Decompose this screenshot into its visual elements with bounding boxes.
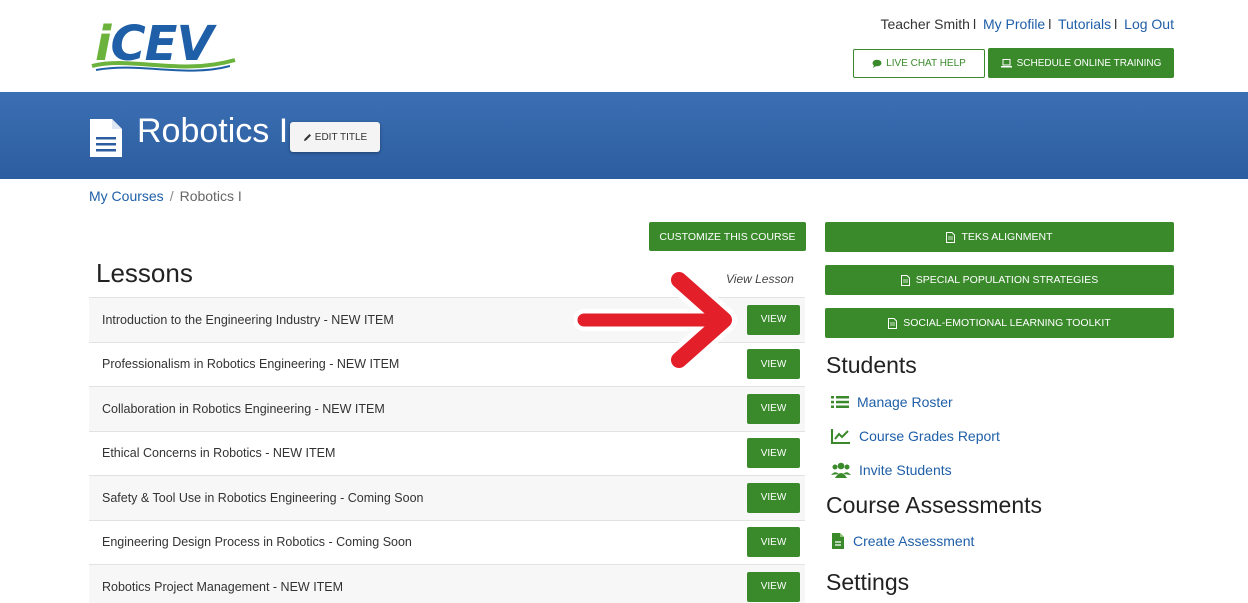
file-plus-icon [832, 533, 844, 549]
teks-alignment-button[interactable]: TEKS ALIGNMENT [825, 222, 1174, 252]
sel-toolkit-button[interactable]: SOCIAL-EMOTIONAL LEARNING TOOLKIT [825, 308, 1174, 338]
lesson-row: Ethical Concerns in Robotics - NEW ITEM … [89, 430, 805, 475]
lesson-name[interactable]: Engineering Design Process in Robotics -… [102, 535, 412, 549]
logo-swoosh-icon [91, 58, 236, 72]
icev-logo[interactable]: iCEV [90, 14, 250, 76]
laptop-icon [1000, 58, 1012, 67]
sel-toolkit-label: SOCIAL-EMOTIONAL LEARNING TOOLKIT [903, 317, 1111, 329]
file-icon [888, 317, 898, 329]
create-assessment-label: Create Assessment [853, 533, 975, 549]
lesson-row: Safety & Tool Use in Robotics Engineerin… [89, 475, 805, 520]
view-lesson-button[interactable]: VIEW [747, 438, 800, 469]
view-lesson-button[interactable]: VIEW [747, 482, 800, 513]
lesson-row: Robotics Project Management - NEW ITEM V… [89, 564, 805, 603]
invite-students-link[interactable]: Invite Students [831, 462, 952, 478]
schedule-training-label: SCHEDULE ONLINE TRAINING [1016, 57, 1162, 69]
schedule-online-training-button[interactable]: SCHEDULE ONLINE TRAINING [988, 48, 1174, 78]
line-chart-icon [831, 429, 850, 444]
lesson-row: Collaboration in Robotics Engineering - … [89, 386, 805, 431]
invite-students-label: Invite Students [859, 462, 952, 478]
teks-alignment-label: TEKS ALIGNMENT [961, 231, 1053, 243]
lesson-name[interactable]: Safety & Tool Use in Robotics Engineerin… [102, 491, 423, 505]
live-chat-label: LIVE CHAT HELP [886, 58, 966, 69]
view-lesson-button[interactable]: VIEW [747, 527, 800, 558]
course-title: Robotics I [137, 112, 289, 150]
tutorials-link[interactable]: Tutorials [1058, 16, 1111, 32]
lesson-name[interactable]: Robotics Project Management - NEW ITEM [102, 580, 343, 594]
pencil-icon [303, 133, 311, 141]
settings-heading: Settings [826, 569, 910, 595]
document-icon [90, 119, 122, 157]
manage-roster-link[interactable]: Manage Roster [831, 394, 953, 410]
students-heading: Students [826, 352, 917, 378]
course-assessments-heading: Course Assessments [826, 492, 1043, 518]
user-name: Teacher Smith [880, 16, 970, 32]
breadcrumb-current: Robotics I [179, 188, 242, 204]
lesson-name[interactable]: Professionalism in Robotics Engineering … [102, 357, 399, 371]
users-icon [831, 462, 851, 478]
file-icon [946, 231, 956, 243]
customize-course-button[interactable]: CUSTOMIZE THIS COURSE [649, 222, 806, 251]
view-lesson-button[interactable]: VIEW [747, 304, 800, 335]
course-grades-label: Course Grades Report [859, 428, 1000, 444]
course-grades-report-link[interactable]: Course Grades Report [831, 428, 1000, 444]
manage-roster-label: Manage Roster [857, 394, 953, 410]
lesson-name[interactable]: Collaboration in Robotics Engineering - … [102, 402, 385, 416]
user-nav: Teacher Smith l My Profile l Tutorials l Lo… [880, 16, 1174, 32]
list-icon [831, 396, 849, 408]
view-lesson-button[interactable]: VIEW [747, 571, 800, 602]
edit-title-label: EDIT TITLE [314, 131, 368, 143]
live-chat-help-button[interactable]: LIVE CHAT HELP [853, 49, 985, 78]
edit-title-button[interactable]: EDIT TITLE [290, 122, 380, 152]
lesson-name[interactable]: Ethical Concerns in Robotics - NEW ITEM [102, 446, 335, 460]
create-assessment-link[interactable]: Create Assessment [831, 532, 974, 550]
lesson-name[interactable]: Introduction to the Engineering Industry… [102, 313, 394, 327]
view-lesson-button[interactable]: VIEW [747, 393, 800, 424]
my-profile-link[interactable]: My Profile [983, 16, 1045, 32]
special-population-label: SPECIAL POPULATION STRATEGIES [915, 274, 1099, 286]
breadcrumb-my-courses[interactable]: My Courses [89, 188, 164, 204]
lesson-row: Engineering Design Process in Robotics -… [89, 519, 805, 564]
breadcrumb: My Courses / Robotics I [89, 188, 242, 204]
annotation-arrow-icon [574, 270, 737, 370]
view-lesson-button[interactable]: VIEW [747, 349, 800, 380]
lessons-heading: Lessons [96, 258, 193, 288]
file-icon [900, 274, 910, 286]
special-population-strategies-button[interactable]: SPECIAL POPULATION STRATEGIES [825, 265, 1174, 295]
chat-bubble-icon [872, 59, 882, 68]
log-out-link[interactable]: Log Out [1124, 16, 1174, 32]
